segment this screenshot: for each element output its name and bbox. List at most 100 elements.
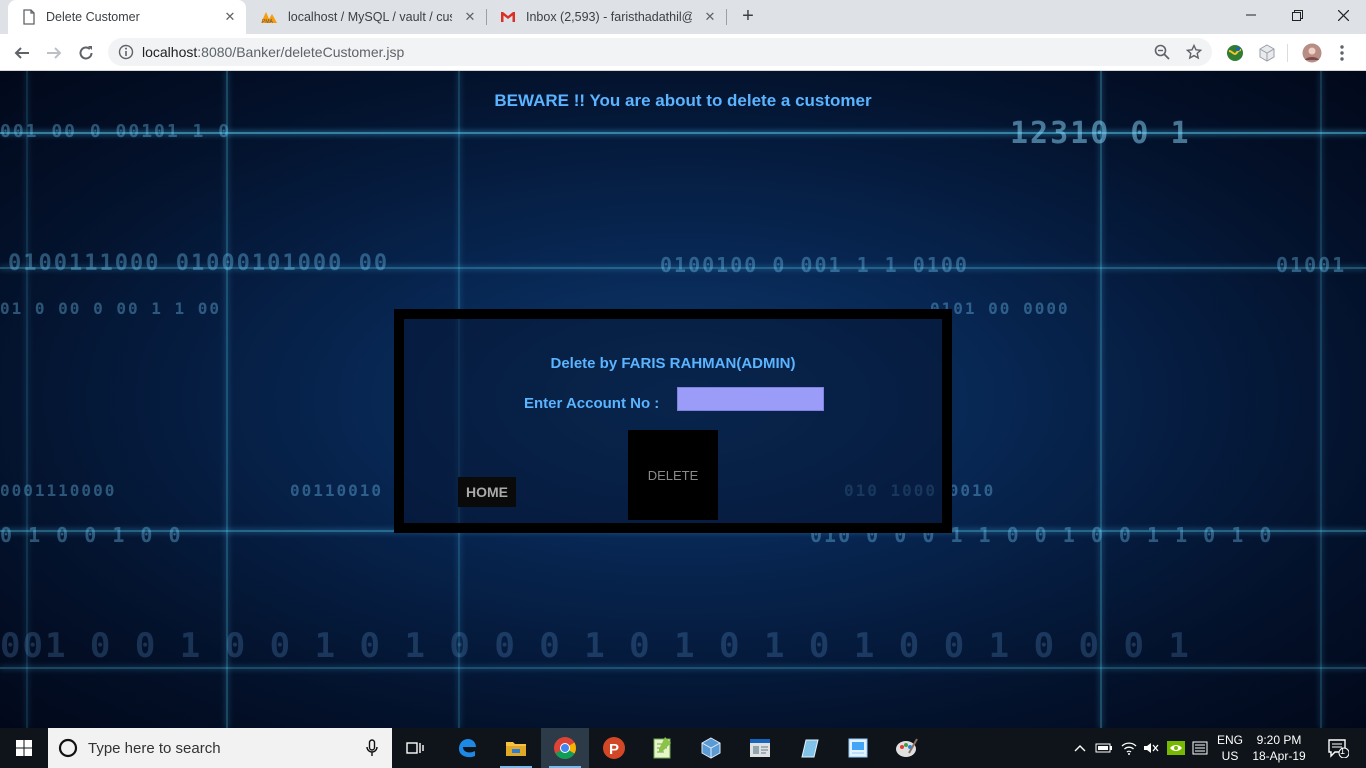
notification-icon — [1328, 739, 1349, 758]
language-region: US — [1221, 749, 1239, 763]
toolbar-divider — [1287, 44, 1288, 62]
notification-count: 1 — [1340, 746, 1346, 756]
clock-date: 18-Apr-19 — [1252, 749, 1306, 763]
bookmark-star-icon[interactable] — [1186, 44, 1202, 60]
edge-icon — [459, 739, 476, 758]
notepadpp-icon — [653, 737, 671, 759]
page-content: 001 00 0 00101 1 0 12310 0 1 0100111000 … — [0, 71, 1366, 728]
search-placeholder: Type here to search — [88, 740, 221, 757]
delete-form-panel: Delete by FARIS RAHMAN(ADMIN) Enter Acco… — [394, 309, 952, 533]
action-center-button[interactable]: 1 — [1318, 728, 1358, 768]
battery-button[interactable] — [1094, 728, 1114, 768]
file-explorer-icon — [506, 742, 526, 756]
minimize-button[interactable] — [1228, 0, 1274, 30]
reload-icon — [79, 46, 93, 60]
svg-text:PMA: PMA — [262, 19, 274, 24]
gmail-icon — [501, 12, 515, 22]
tab-title: Delete Customer — [46, 10, 140, 24]
tab-title: localhost / MySQL / vault / custo — [288, 10, 452, 24]
info-icon[interactable] — [118, 44, 134, 60]
battery-icon — [1095, 743, 1112, 753]
arrow-right-icon — [47, 47, 62, 59]
url-text: localhost:8080/Banker/deleteCustomer.jsp — [142, 44, 404, 60]
wifi-icon — [1121, 742, 1137, 755]
extension-globe-icon[interactable] — [1225, 43, 1245, 63]
account-number-label: Enter Account No : — [524, 395, 660, 412]
display-icon — [1192, 741, 1208, 755]
restore-button[interactable] — [1274, 0, 1320, 30]
extension-cube-icon[interactable] — [1257, 43, 1277, 63]
close-window-button[interactable] — [1320, 0, 1366, 30]
tab-gmail[interactable]: Inbox (2,593) - faristhadathil@gm ✕ — [486, 0, 726, 34]
tab-delete-customer[interactable]: Delete Customer ✕ — [8, 0, 246, 34]
close-tab-icon[interactable]: ✕ — [222, 9, 238, 25]
back-button[interactable] — [10, 41, 34, 65]
language-code: ENG — [1216, 733, 1243, 747]
panel-title: Delete by FARIS RAHMAN(ADMIN) — [550, 355, 796, 372]
svg-text:P: P — [609, 741, 619, 758]
volume-muted-icon — [1144, 743, 1159, 753]
app-window-button[interactable] — [736, 728, 784, 768]
nvidia-button[interactable] — [1166, 728, 1186, 768]
restore-icon — [1291, 9, 1303, 21]
task-view-button[interactable] — [392, 728, 440, 768]
menu-kebab-icon[interactable] — [1332, 43, 1352, 63]
app-window-icon — [750, 739, 770, 757]
tray-overflow-button[interactable] — [1070, 728, 1090, 768]
microphone-icon[interactable] — [366, 739, 378, 757]
start-button[interactable] — [0, 728, 48, 768]
photos-icon — [848, 738, 868, 758]
zoom-icon[interactable] — [1154, 44, 1170, 60]
edge-button[interactable] — [443, 728, 491, 768]
edit-app-button[interactable] — [785, 728, 833, 768]
powerpoint-button[interactable]: P — [590, 728, 638, 768]
url-host: localhost — [142, 44, 198, 60]
tab-title: Inbox (2,593) - faristhadathil@gm — [526, 10, 692, 24]
virtualbox-button[interactable] — [687, 728, 735, 768]
edit-icon — [801, 739, 819, 758]
close-tab-icon[interactable]: ✕ — [462, 9, 478, 25]
tab-separator — [726, 9, 727, 25]
clock-time: 9:20 PM — [1256, 733, 1302, 747]
chrome-button[interactable] — [541, 728, 589, 768]
file-explorer-button[interactable] — [492, 728, 540, 768]
tab-phpmyadmin[interactable]: PMA localhost / MySQL / vault / custo ✕ — [246, 0, 486, 34]
photos-button[interactable] — [834, 728, 882, 768]
powerpoint-icon: P — [603, 737, 625, 759]
arrow-left-icon — [14, 47, 29, 59]
close-tab-icon[interactable]: ✕ — [702, 9, 718, 25]
windows-taskbar: Type here to search P ENG US 9:20 PM 18-… — [0, 728, 1366, 768]
chrome-icon — [554, 737, 576, 759]
language-indicator[interactable]: ENG US — [1212, 732, 1248, 764]
chevron-up-icon — [1074, 745, 1086, 752]
virtualbox-icon — [701, 737, 721, 759]
url-path: :8080/Banker/deleteCustomer.jsp — [197, 44, 405, 60]
minimize-icon — [1246, 14, 1256, 16]
tab-strip: Delete Customer ✕ PMA localhost / MySQL … — [0, 0, 1366, 34]
page-icon — [23, 9, 35, 25]
volume-button[interactable] — [1141, 728, 1161, 768]
delete-button[interactable]: DELETE — [628, 430, 718, 520]
display-button[interactable] — [1190, 728, 1210, 768]
account-number-input[interactable] — [677, 387, 824, 411]
reload-button[interactable] — [74, 41, 98, 65]
task-view-icon — [406, 742, 424, 754]
paint-button[interactable] — [883, 728, 931, 768]
new-tab-button[interactable]: + — [738, 6, 758, 28]
close-icon — [1337, 9, 1349, 21]
paint-icon — [896, 738, 918, 757]
avatar[interactable] — [1302, 43, 1322, 63]
home-button[interactable]: HOME — [458, 477, 516, 507]
nvidia-icon — [1167, 741, 1185, 755]
address-bar[interactable]: localhost:8080/Banker/deleteCustomer.jsp — [108, 38, 1212, 66]
browser-toolbar: localhost:8080/Banker/deleteCustomer.jsp — [0, 34, 1366, 71]
clock[interactable]: 9:20 PM 18-Apr-19 — [1246, 732, 1312, 764]
wifi-button[interactable] — [1119, 728, 1139, 768]
cortana-icon — [58, 738, 78, 758]
warning-heading: BEWARE !! You are about to delete a cust… — [494, 91, 872, 110]
forward-button[interactable] — [42, 41, 66, 65]
taskbar-search[interactable]: Type here to search — [48, 728, 392, 768]
phpmyadmin-icon: PMA — [261, 12, 277, 24]
notepadpp-button[interactable] — [638, 728, 686, 768]
windows-logo-icon — [16, 740, 32, 756]
